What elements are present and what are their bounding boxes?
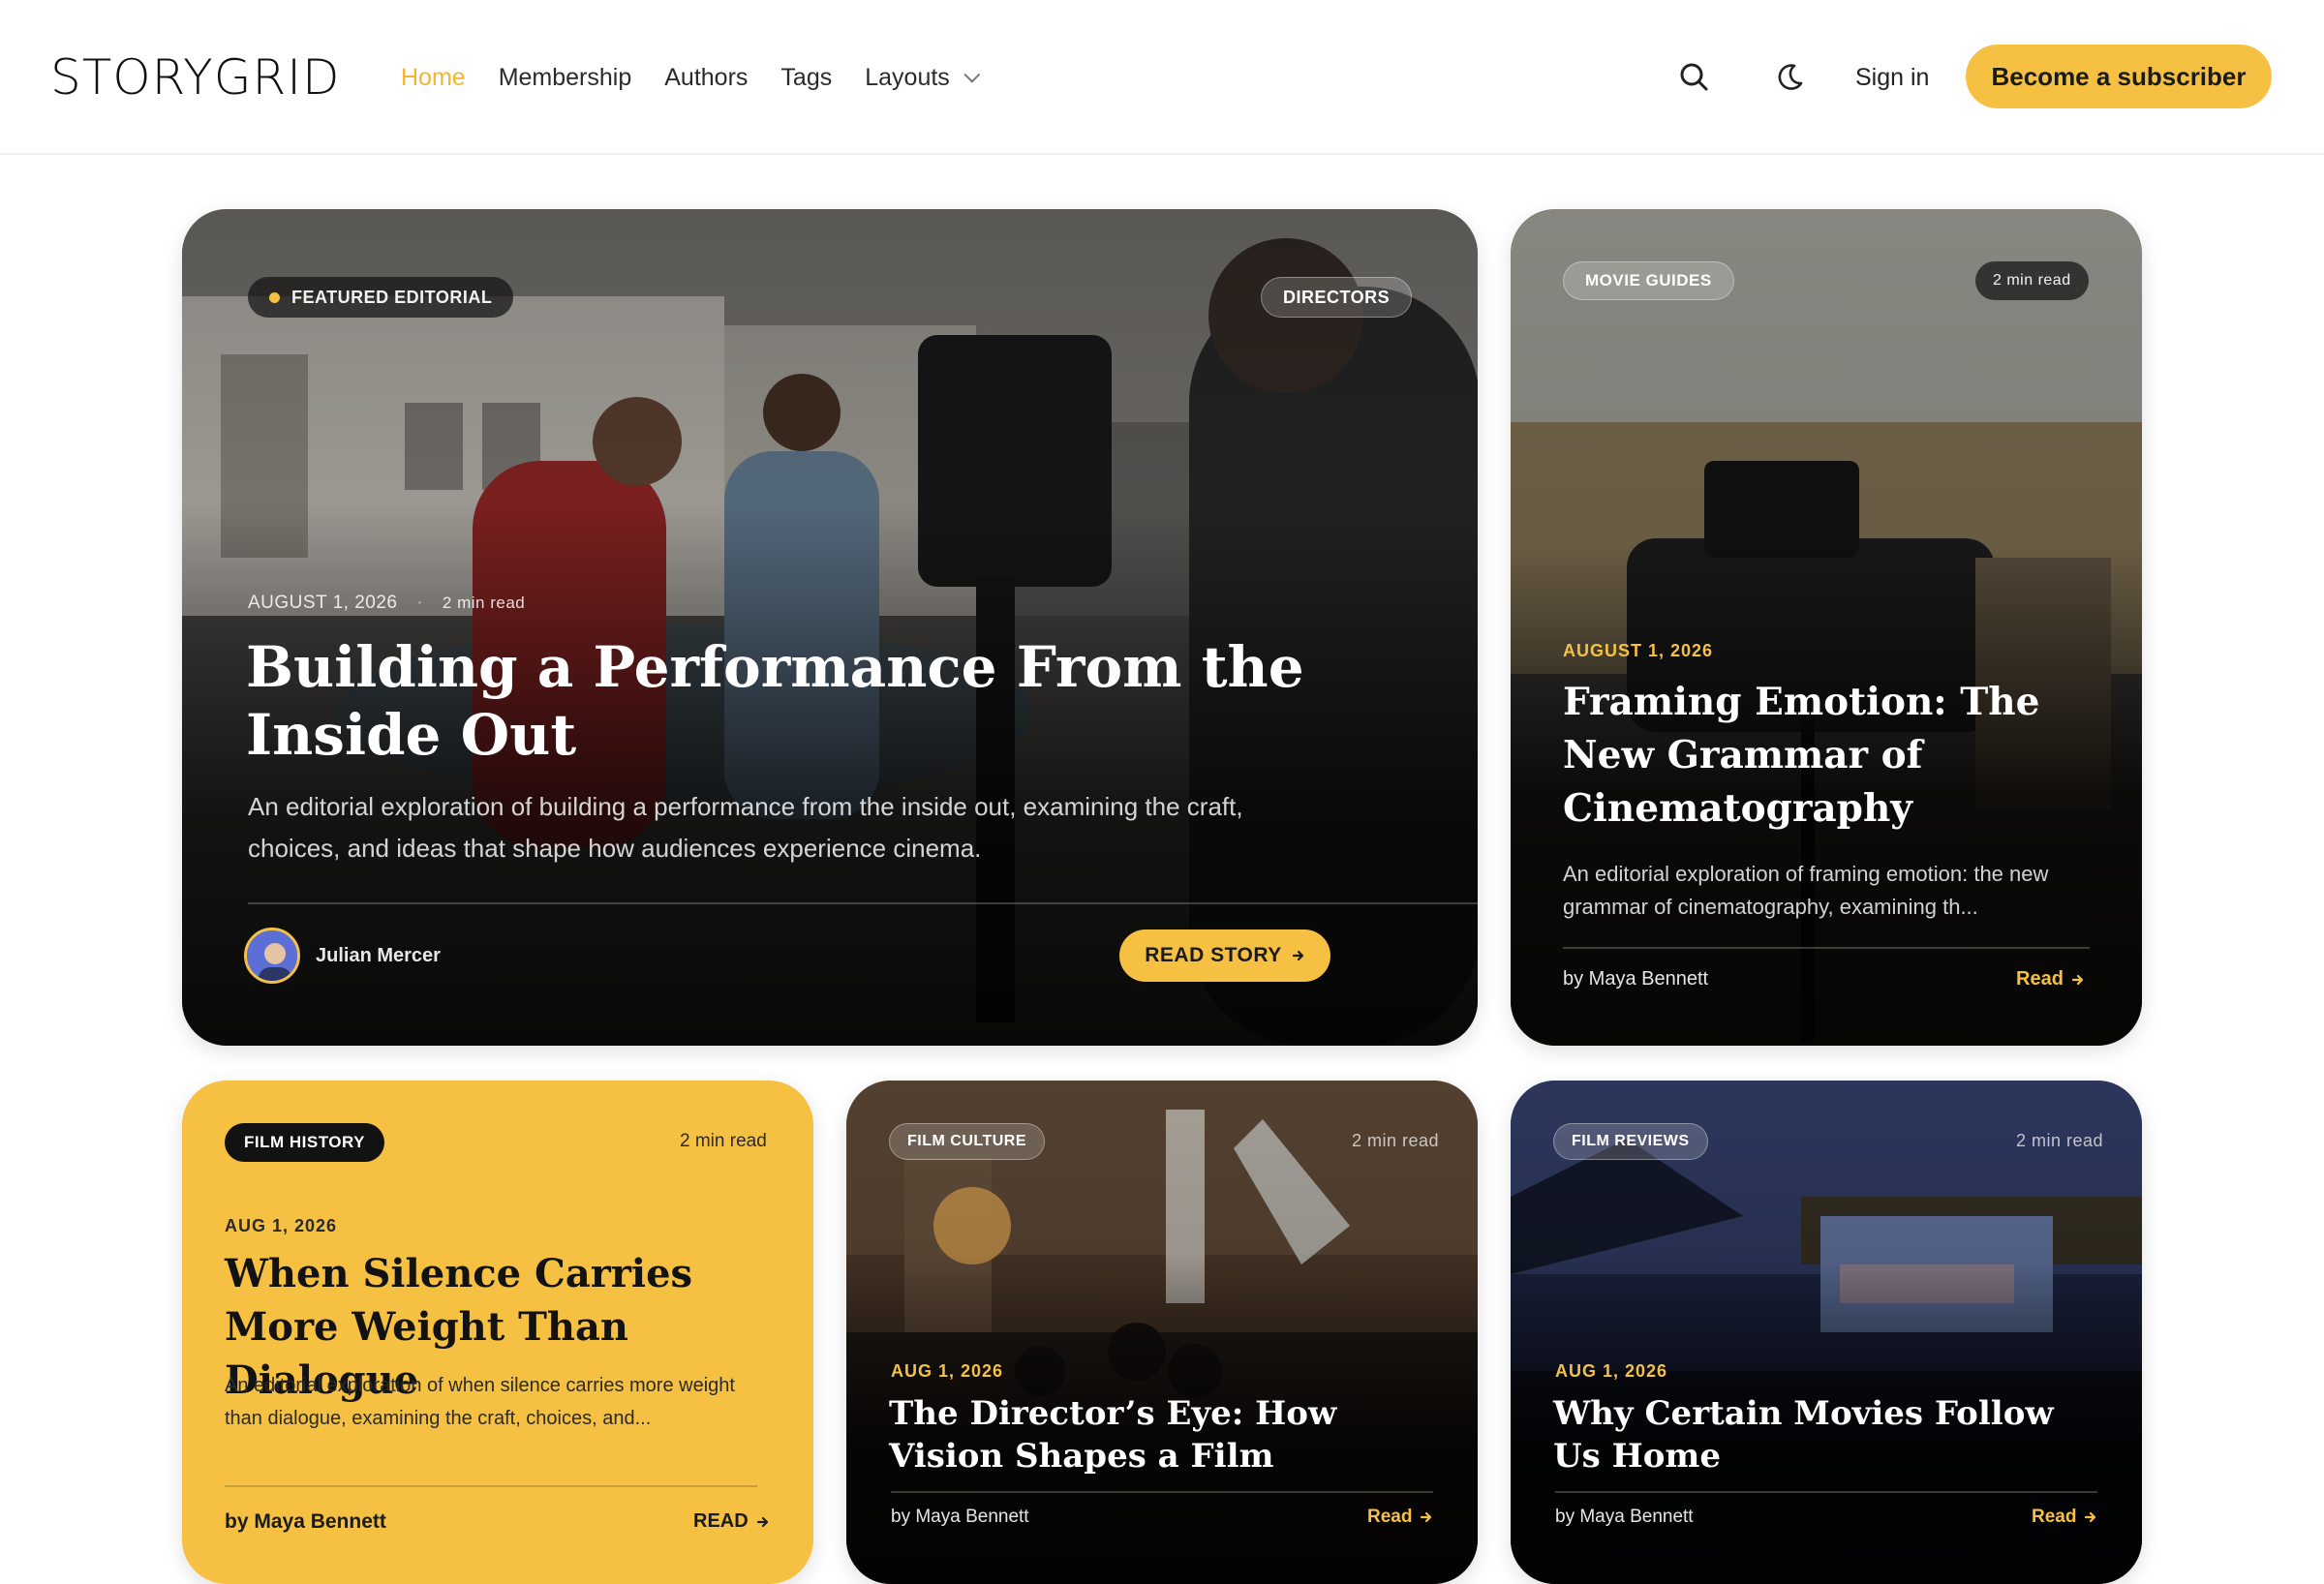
featured-badge: FEATURED EDITORIAL: [248, 277, 514, 318]
side-card-date: AUGUST 1, 2026: [1563, 641, 1714, 660]
site-logo[interactable]: STORYGRID: [50, 50, 340, 105]
nav-item-label: Authors: [664, 64, 749, 91]
card-byline[interactable]: by Maya Bennett: [1555, 1507, 1694, 1528]
card-divider: [1555, 1491, 2097, 1493]
card-title[interactable]: Why Certain Movies Follow Us Home: [1553, 1392, 2095, 1477]
search-icon: [1680, 63, 1708, 91]
featured-author[interactable]: Julian Mercer: [316, 945, 441, 967]
card-read-time: 2 min read: [1352, 1131, 1440, 1150]
author-avatar[interactable]: [244, 928, 300, 984]
card-divider: [891, 1491, 1433, 1493]
main-nav: Home Membership Authors Tags Layouts: [401, 60, 981, 95]
badge-dot-icon: [269, 291, 280, 303]
card-date: AUG 1, 2026: [1555, 1361, 1668, 1381]
card-tag[interactable]: FILM HISTORY: [225, 1123, 384, 1162]
side-card-read-label: Read: [2016, 968, 2064, 990]
card-title[interactable]: The Director’s Eye: How Vision Shapes a …: [889, 1392, 1431, 1477]
nav-item-tags[interactable]: Tags: [780, 60, 832, 95]
read-story-label: READ STORY: [1145, 944, 1282, 966]
article-card-film-culture[interactable]: FILM CULTURE 2 min read AUG 1, 2026 The …: [846, 1081, 1478, 1584]
arrow-right-icon: [1292, 950, 1303, 961]
nav-item-authors[interactable]: Authors: [664, 60, 748, 95]
featured-read-time: 2 min read: [442, 594, 526, 612]
nav-item-layouts[interactable]: Layouts: [865, 60, 981, 95]
card-read-link[interactable]: Read: [2032, 1507, 2097, 1528]
card-date: AUG 1, 2026: [225, 1216, 338, 1235]
nav-item-label: Home: [401, 64, 466, 91]
theme-toggle-button[interactable]: [1770, 58, 1809, 97]
featured-badge-label: FEATURED EDITORIAL: [291, 287, 493, 307]
card-read-time: 2 min read: [680, 1131, 767, 1151]
side-card-read-time: 2 min read: [1975, 261, 2089, 300]
featured-date: AUGUST 1, 2026 · 2 min read: [248, 593, 526, 613]
card-tag[interactable]: FILM REVIEWS: [1553, 1123, 1708, 1160]
arrow-right-icon: [1421, 1511, 1432, 1523]
card-read-link[interactable]: Read: [1367, 1507, 1433, 1528]
signin-link[interactable]: Sign in: [1855, 60, 1929, 95]
card-byline[interactable]: by Maya Bennett: [891, 1507, 1029, 1528]
article-card-film-history[interactable]: FILM HISTORY 2 min read AUG 1, 2026 When…: [182, 1081, 813, 1584]
card-read-label: Read: [2032, 1507, 2077, 1527]
nav-item-label: Tags: [780, 64, 833, 91]
side-card-excerpt: An editorial exploration of framing emot…: [1563, 862, 2049, 919]
featured-overlay: [182, 209, 1478, 1046]
side-card-divider: [1563, 947, 2090, 949]
nav-item-label: Membership: [498, 64, 632, 91]
card-read-label: READ: [693, 1510, 749, 1532]
search-button[interactable]: [1675, 58, 1714, 97]
featured-divider: [248, 902, 1478, 904]
side-card-title[interactable]: Framing Emotion: The New Grammar of Cine…: [1563, 676, 2105, 836]
arrow-right-icon: [2085, 1511, 2096, 1523]
side-card-read-link[interactable]: Read: [2016, 968, 2085, 990]
nav-item-membership[interactable]: Membership: [499, 60, 632, 95]
card-date: AUG 1, 2026: [891, 1361, 1004, 1381]
side-card-byline[interactable]: by Maya Bennett: [1563, 968, 1708, 990]
arrow-right-icon: [756, 1516, 768, 1527]
subscribe-button[interactable]: Become a subscriber: [1966, 45, 2272, 108]
card-excerpt: An editorial exploration of when silence…: [225, 1375, 735, 1429]
site-header: STORYGRID Home Membership Authors Tags L…: [0, 0, 2324, 155]
featured-excerpt: An editorial exploration of building a p…: [248, 792, 1243, 863]
side-card[interactable]: MOVIE GUIDES 2 min read AUGUST 1, 2026 F…: [1511, 209, 2142, 1046]
chevron-down-icon: [963, 66, 981, 83]
card-read-time: 2 min read: [2016, 1131, 2104, 1150]
card-byline[interactable]: by Maya Bennett: [225, 1510, 386, 1534]
moon-icon: [1778, 64, 1803, 90]
nav-item-home[interactable]: Home: [401, 60, 466, 95]
read-story-button[interactable]: READ STORY: [1119, 929, 1330, 982]
featured-title[interactable]: Building a Performance From the Inside O…: [246, 633, 1350, 769]
featured-tag[interactable]: DIRECTORS: [1261, 277, 1413, 318]
featured-card[interactable]: FEATURED EDITORIAL DIRECTORS AUGUST 1, 2…: [182, 209, 1478, 1046]
nav-item-label: Layouts: [865, 64, 950, 91]
card-divider: [225, 1485, 757, 1487]
card-read-link[interactable]: READ: [693, 1510, 770, 1533]
article-card-film-reviews[interactable]: FILM REVIEWS 2 min read AUG 1, 2026 Why …: [1511, 1081, 2142, 1584]
arrow-right-icon: [2071, 974, 2084, 985]
card-tag[interactable]: FILM CULTURE: [889, 1123, 1046, 1160]
side-card-tag[interactable]: MOVIE GUIDES: [1563, 261, 1734, 300]
featured-date-text: AUGUST 1, 2026: [248, 593, 398, 613]
card-read-label: Read: [1367, 1507, 1413, 1527]
